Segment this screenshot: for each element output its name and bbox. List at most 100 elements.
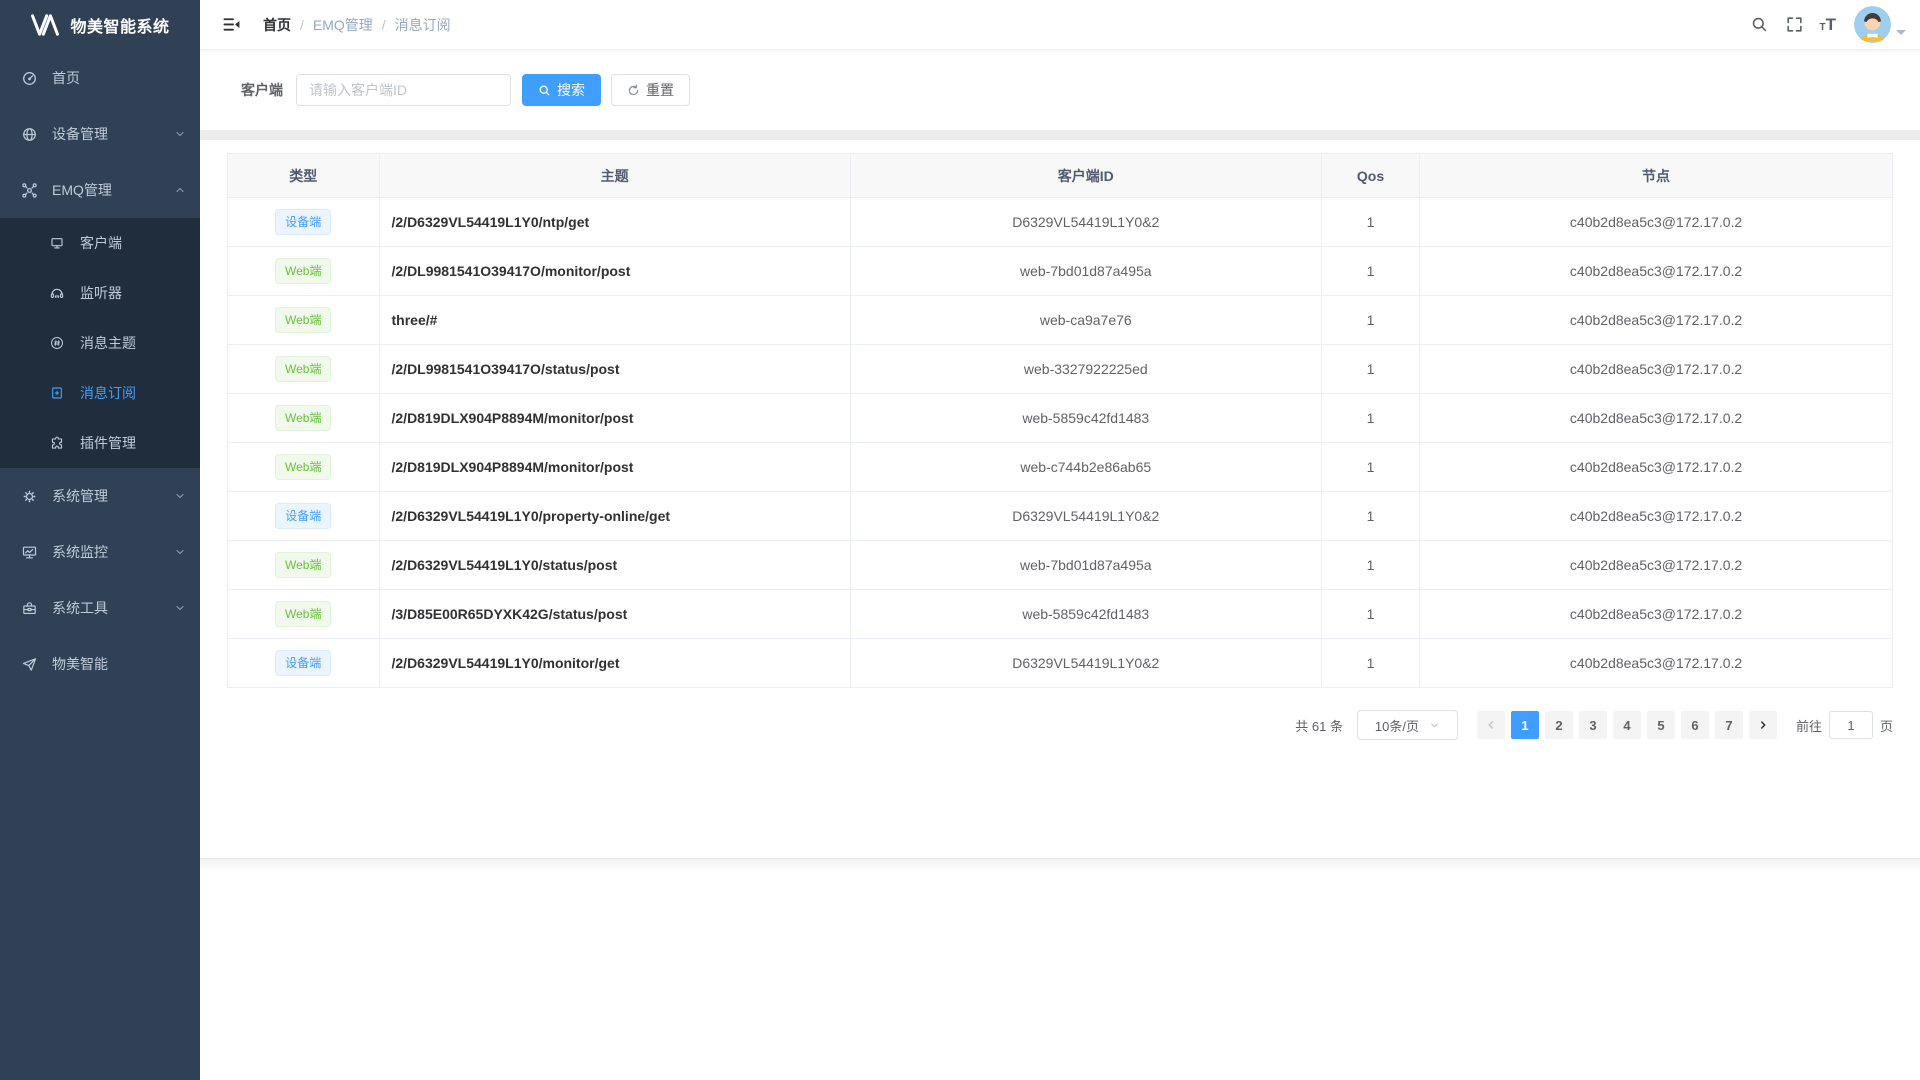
avatar	[1854, 6, 1891, 43]
page-size-select[interactable]: 10条/页	[1357, 710, 1458, 740]
subscribe-plus-icon	[48, 385, 66, 401]
navbar-actions: TT	[1742, 6, 1907, 43]
node-cell: c40b2d8ea5c3@172.17.0.2	[1420, 345, 1893, 394]
client-id-cell: D6329VL54419L1Y0&2	[850, 639, 1321, 688]
search-button[interactable]: 搜索	[522, 74, 601, 106]
sidebar-item-subscriptions[interactable]: 消息订阅	[0, 368, 200, 418]
sidebar-item-label: 物美智能	[52, 654, 186, 674]
reset-button[interactable]: 重置	[611, 74, 690, 106]
search-form: 客户端 搜索 重置	[200, 50, 1920, 130]
type-cell: Web端	[228, 296, 380, 345]
client-id-cell: D6329VL54419L1Y0&2	[850, 492, 1321, 541]
plugin-puzzle-icon	[48, 435, 66, 451]
sidebar-item-listeners[interactable]: 监听器	[0, 268, 200, 318]
subscriptions-table: 类型 主题 客户端ID Qos 节点 设备端 /2/D6329VL54419L1…	[227, 153, 1893, 688]
table-row: 设备端 /2/D6329VL54419L1Y0/ntp/get D6329VL5…	[228, 198, 1893, 247]
table-row: Web端 /2/D819DLX904P8894M/monitor/post we…	[228, 394, 1893, 443]
chevron-down-icon	[174, 490, 186, 502]
page-number-button[interactable]: 5	[1647, 711, 1675, 739]
fullscreen-button[interactable]	[1777, 9, 1812, 40]
sidebar-item-label: 消息订阅	[80, 383, 186, 403]
chevron-down-icon	[174, 602, 186, 614]
sidebar-toggle-button[interactable]	[214, 9, 249, 40]
node-cell: c40b2d8ea5c3@172.17.0.2	[1420, 443, 1893, 492]
sidebar-item-label: 系统监控	[52, 542, 174, 562]
client-id-cell: web-ca9a7e76	[850, 296, 1321, 345]
table-header-row: 类型 主题 客户端ID Qos 节点	[228, 154, 1893, 198]
page-number-button[interactable]: 4	[1613, 711, 1641, 739]
qos-cell: 1	[1321, 541, 1419, 590]
type-badge: 设备端	[275, 650, 331, 676]
prev-page-button[interactable]	[1477, 711, 1505, 739]
headset-icon	[48, 285, 66, 301]
next-page-button[interactable]	[1749, 711, 1777, 739]
emq-submenu: 客户端 监听器 消息主题	[0, 218, 200, 468]
top-navbar: 首页 / EMQ管理 / 消息订阅 TT	[200, 0, 1920, 50]
sidebar-item-label: 监听器	[80, 283, 186, 303]
header-search-button[interactable]	[1742, 9, 1777, 40]
breadcrumb-emq: EMQ管理	[313, 15, 373, 35]
client-id-cell: web-5859c42fd1483	[850, 394, 1321, 443]
chevron-down-icon	[1896, 30, 1906, 40]
page-number-button[interactable]: 7	[1715, 711, 1743, 739]
topic-cell: /2/DL9981541O39417O/monitor/post	[379, 247, 850, 296]
qos-cell: 1	[1321, 345, 1419, 394]
sidebar-item-topics[interactable]: 消息主题	[0, 318, 200, 368]
chevron-down-icon	[1429, 720, 1440, 731]
type-cell: Web端	[228, 247, 380, 296]
type-badge: 设备端	[275, 503, 331, 529]
dashboard-icon	[20, 70, 38, 87]
sidebar-item-system-mgmt[interactable]: 系统管理	[0, 468, 200, 524]
sidebar-item-label: 设备管理	[52, 124, 174, 144]
node-cell: c40b2d8ea5c3@172.17.0.2	[1420, 492, 1893, 541]
page-number-button[interactable]: 6	[1681, 711, 1709, 739]
main-area: 首页 / EMQ管理 / 消息订阅 TT	[200, 0, 1920, 1080]
column-header-client-id: 客户端ID	[850, 154, 1321, 198]
goto-suffix: 页	[1880, 716, 1893, 735]
goto-label: 前往	[1796, 716, 1822, 735]
node-cell: c40b2d8ea5c3@172.17.0.2	[1420, 394, 1893, 443]
type-badge: Web端	[275, 405, 331, 431]
sidebar-item-system-tools[interactable]: 系统工具	[0, 580, 200, 636]
qos-cell: 1	[1321, 639, 1419, 688]
topic-cell: /2/D819DLX904P8894M/monitor/post	[379, 443, 850, 492]
sidebar-item-clients[interactable]: 客户端	[0, 218, 200, 268]
type-cell: Web端	[228, 394, 380, 443]
topic-cell: three/#	[379, 296, 850, 345]
font-size-button[interactable]: TT	[1812, 10, 1845, 39]
page-number-button[interactable]: 1	[1511, 711, 1539, 739]
sidebar-item-system-monitor[interactable]: 系统监控	[0, 524, 200, 580]
breadcrumb-separator: /	[382, 17, 386, 33]
sidebar-item-plugins[interactable]: 插件管理	[0, 418, 200, 468]
app-logo[interactable]: 物美智能系统	[0, 0, 200, 50]
topic-cell: /2/D6329VL54419L1Y0/monitor/get	[379, 639, 850, 688]
table-row: Web端 /2/DL9981541O39417O/status/post web…	[228, 345, 1893, 394]
node-cell: c40b2d8ea5c3@172.17.0.2	[1420, 296, 1893, 345]
column-header-topic: 主题	[379, 154, 850, 198]
toolbox-icon	[20, 600, 38, 617]
section-divider	[200, 130, 1920, 140]
user-avatar-menu[interactable]	[1854, 6, 1906, 43]
type-cell: Web端	[228, 345, 380, 394]
sidebar-item-home[interactable]: 首页	[0, 50, 200, 106]
client-id-cell: web-7bd01d87a495a	[850, 247, 1321, 296]
node-cell: c40b2d8ea5c3@172.17.0.2	[1420, 198, 1893, 247]
table-row: Web端 /2/D819DLX904P8894M/monitor/post we…	[228, 443, 1893, 492]
fullscreen-icon	[1785, 15, 1804, 34]
sidebar-item-wumei-smart[interactable]: 物美智能	[0, 636, 200, 692]
sidebar-item-device-mgmt[interactable]: 设备管理	[0, 106, 200, 162]
topic-cell: /2/D6329VL54419L1Y0/ntp/get	[379, 198, 850, 247]
page-number-button[interactable]: 3	[1579, 711, 1607, 739]
sidebar-item-label: 客户端	[80, 233, 186, 253]
breadcrumb-home[interactable]: 首页	[263, 15, 291, 35]
total-count: 共 61 条	[1295, 716, 1343, 735]
table-row: Web端 /2/D6329VL54419L1Y0/status/post web…	[228, 541, 1893, 590]
page-number-button[interactable]: 2	[1545, 711, 1573, 739]
goto-page-input[interactable]	[1829, 711, 1873, 739]
sidebar-item-label: 系统管理	[52, 486, 174, 506]
type-cell: 设备端	[228, 198, 380, 247]
client-id-input[interactable]	[296, 74, 511, 106]
qos-cell: 1	[1321, 590, 1419, 639]
sidebar-item-emq-mgmt[interactable]: EMQ管理	[0, 162, 200, 218]
topic-cell: /3/D85E00R65DYXK42G/status/post	[379, 590, 850, 639]
